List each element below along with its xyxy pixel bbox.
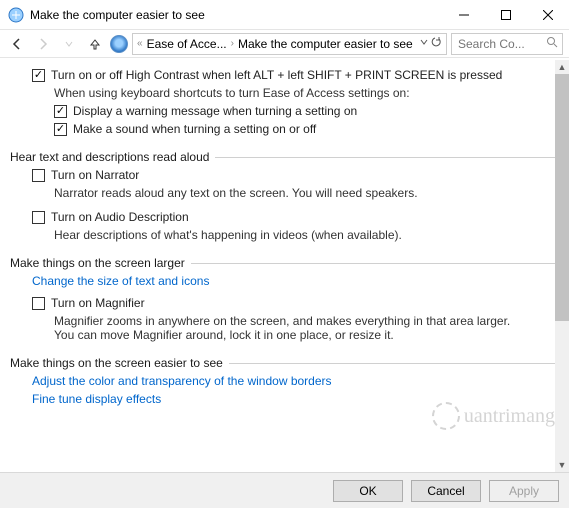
scroll-down-icon[interactable]: ▼ <box>555 458 569 472</box>
back-button[interactable] <box>6 33 28 55</box>
title-bar: Make the computer easier to see <box>0 0 569 30</box>
checkbox-icon[interactable] <box>32 69 45 82</box>
nav-bar: « Ease of Acce... › Make the computer ea… <box>0 30 569 58</box>
control-panel-icon <box>110 35 128 53</box>
search-box[interactable] <box>451 33 563 55</box>
checkbox-high-contrast[interactable]: Turn on or off High Contrast when left A… <box>10 68 559 82</box>
audio-desc: Hear descriptions of what's happening in… <box>10 228 559 242</box>
scroll-up-icon[interactable]: ▲ <box>555 60 569 74</box>
ok-button[interactable]: OK <box>333 480 403 502</box>
link-fine-tune[interactable]: Fine tune display effects <box>10 392 559 406</box>
link-adjust-borders[interactable]: Adjust the color and transparency of the… <box>10 374 559 388</box>
recent-dropdown[interactable] <box>58 33 80 55</box>
checkbox-icon[interactable] <box>32 169 45 182</box>
magnifier-desc: Magnifier zooms in anywhere on the scree… <box>10 314 559 342</box>
apply-button[interactable]: Apply <box>489 480 559 502</box>
checkbox-magnifier[interactable]: Turn on Magnifier <box>10 296 559 310</box>
watermark: uantrimang <box>432 402 555 430</box>
link-change-size[interactable]: Change the size of text and icons <box>10 274 559 288</box>
maximize-button[interactable] <box>485 1 527 29</box>
section-header-larger: Make things on the screen larger <box>10 256 559 270</box>
app-icon <box>8 7 24 23</box>
label-audio-description: Turn on Audio Description <box>51 210 189 224</box>
close-button[interactable] <box>527 1 569 29</box>
search-icon[interactable] <box>546 36 558 51</box>
search-input[interactable] <box>456 36 546 52</box>
chevron-right-icon: › <box>231 38 234 49</box>
refresh-icon[interactable] <box>430 36 442 51</box>
watermark-gear-icon <box>432 402 460 430</box>
section-header-aloud: Hear text and descriptions read aloud <box>10 150 559 164</box>
button-bar: OK Cancel Apply <box>0 472 569 508</box>
scroll-thumb[interactable] <box>555 74 569 321</box>
cancel-button[interactable]: Cancel <box>411 480 481 502</box>
forward-button[interactable] <box>32 33 54 55</box>
checkbox-icon[interactable] <box>54 123 67 136</box>
scrollbar[interactable]: ▲ ▼ <box>555 60 569 472</box>
breadcrumb[interactable]: « Ease of Acce... › Make the computer ea… <box>132 33 447 55</box>
checkbox-icon[interactable] <box>54 105 67 118</box>
up-button[interactable] <box>84 33 106 55</box>
label-narrator: Turn on Narrator <box>51 168 139 182</box>
hc-subdesc: When using keyboard shortcuts to turn Ea… <box>10 86 559 100</box>
checkbox-icon[interactable] <box>32 297 45 310</box>
crumb-current[interactable]: Make the computer easier to see <box>238 37 413 51</box>
label-high-contrast: Turn on or off High Contrast when left A… <box>51 68 502 82</box>
checkbox-sound[interactable]: Make a sound when turning a setting on o… <box>10 122 559 136</box>
chevron-left-icon: « <box>137 38 143 49</box>
checkbox-warning[interactable]: Display a warning message when turning a… <box>10 104 559 118</box>
content-area: ▲ ▼ Turn on or off High Contrast when le… <box>0 60 569 472</box>
checkbox-narrator[interactable]: Turn on Narrator <box>10 168 559 182</box>
minimize-button[interactable] <box>443 1 485 29</box>
section-header-easier: Make things on the screen easier to see <box>10 356 559 370</box>
address-dropdown-icon[interactable] <box>419 36 429 51</box>
narrator-desc: Narrator reads aloud any text on the scr… <box>10 186 559 200</box>
label-warning: Display a warning message when turning a… <box>73 104 357 118</box>
checkbox-icon[interactable] <box>32 211 45 224</box>
label-magnifier: Turn on Magnifier <box>51 296 145 310</box>
window-title: Make the computer easier to see <box>30 8 443 22</box>
checkbox-audio-description[interactable]: Turn on Audio Description <box>10 210 559 224</box>
label-sound: Make a sound when turning a setting on o… <box>73 122 316 136</box>
window-controls <box>443 1 569 29</box>
crumb-ease-of-access[interactable]: Ease of Acce... <box>147 37 227 51</box>
